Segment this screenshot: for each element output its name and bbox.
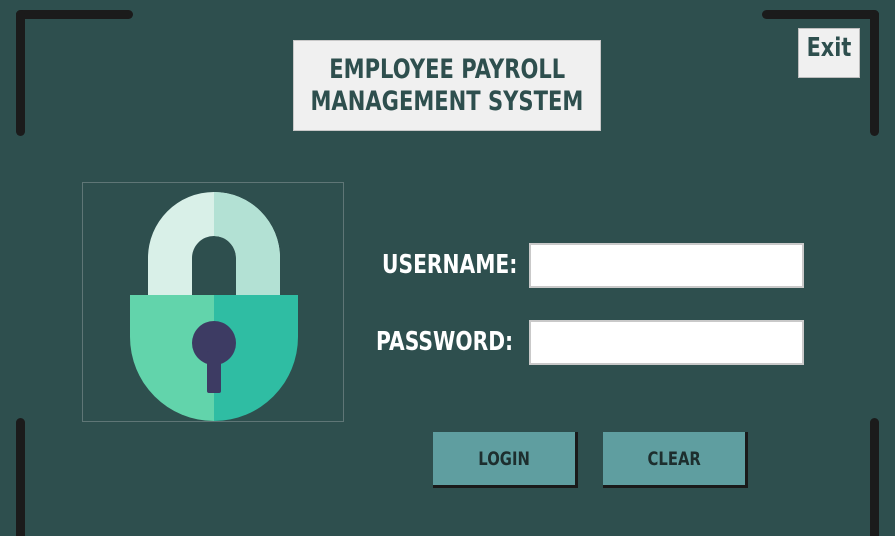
corner-bracket-bottom-right [870, 418, 879, 536]
login-button[interactable]: LOGIN [433, 432, 578, 488]
corner-bracket-top-right [762, 10, 879, 19]
corner-bracket-top-left-vertical [16, 10, 25, 136]
padlock-icon [130, 192, 298, 421]
corner-bracket-bottom-left [16, 418, 25, 536]
password-input[interactable] [529, 320, 804, 365]
lock-image-panel [82, 182, 344, 422]
username-label: USERNAME: [382, 250, 518, 280]
app-title-line-1: EMPLOYEE PAYROLL [329, 53, 565, 85]
exit-button[interactable]: Exit [798, 28, 860, 78]
username-input[interactable] [529, 243, 804, 288]
login-window: EMPLOYEE PAYROLL MANAGEMENT SYSTEM Exit … [0, 0, 895, 536]
clear-button-label: CLEAR [647, 447, 701, 470]
clear-button[interactable]: CLEAR [603, 432, 748, 488]
exit-button-label: Exit [806, 33, 852, 63]
login-button-label: LOGIN [478, 447, 530, 470]
app-title-line-2: MANAGEMENT SYSTEM [310, 85, 584, 117]
corner-bracket-top-right-vertical [870, 10, 879, 136]
password-label: PASSWORD: [376, 327, 514, 357]
corner-bracket-top-left [16, 10, 133, 19]
app-title: EMPLOYEE PAYROLL MANAGEMENT SYSTEM [293, 40, 601, 131]
